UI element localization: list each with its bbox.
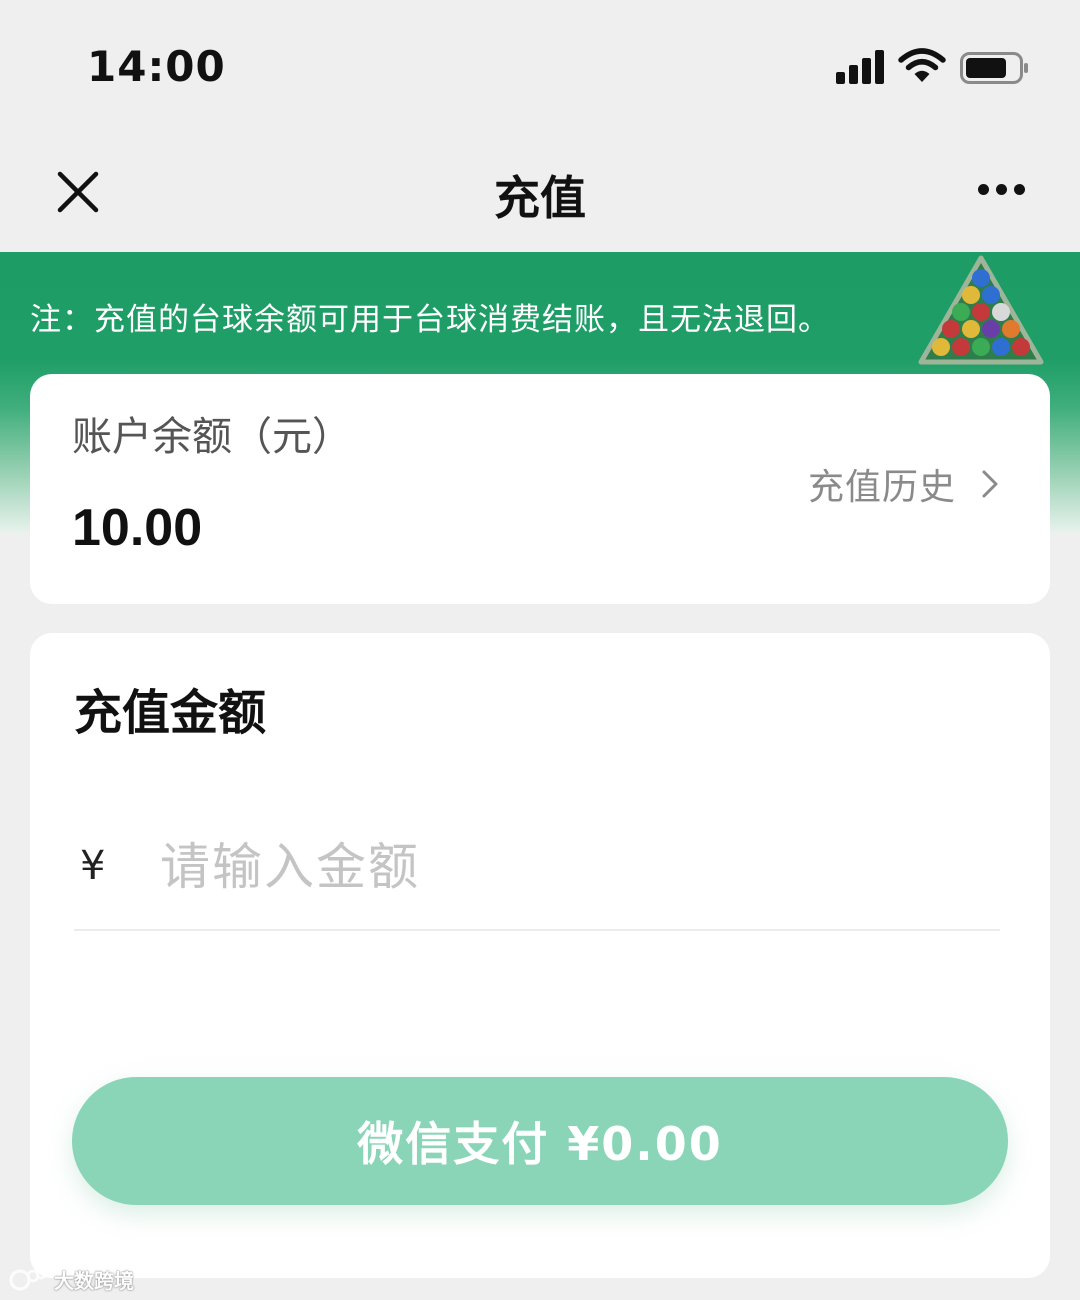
cellular-signal-icon [836,50,886,84]
recharge-card: 充值金额 ¥ 微信支付 ¥0.00 [30,633,1050,1278]
recharge-amount-title: 充值金额 [74,685,267,741]
nav-bar: 充值 [0,130,1080,252]
amount-input[interactable] [160,827,960,907]
recharge-notice: 注：充值的台球余额可用于台球消费结账，且无法退回。 [30,302,830,338]
status-bar: 14:00 [0,0,1080,130]
chevron-right-icon [982,470,998,498]
recharge-history-label: 充值历史 [807,467,956,508]
currency-symbol: ¥ [80,843,106,889]
wechat-pay-button[interactable]: 微信支付 ¥0.00 [72,1077,1008,1205]
watermark: 大数跨境 [8,1262,134,1296]
balance-label: 账户余额（元） [72,414,352,460]
more-icon[interactable] [970,174,1032,204]
watermark-text: 大数跨境 [54,1268,134,1293]
balance-value: 10.00 [72,499,203,557]
wifi-icon [898,48,946,82]
battery-icon [960,52,1028,84]
watermark-logo [9,1268,47,1291]
recharge-history-link[interactable]: 充值历史 [808,458,1000,510]
page-title: 充值 [494,171,586,225]
amount-field: ¥ [74,813,1000,931]
status-time: 14:00 [87,42,226,91]
billiard-balls-rack-icon [918,255,1044,365]
balance-card: 账户余额（元） 10.00 充值历史 [30,374,1050,604]
